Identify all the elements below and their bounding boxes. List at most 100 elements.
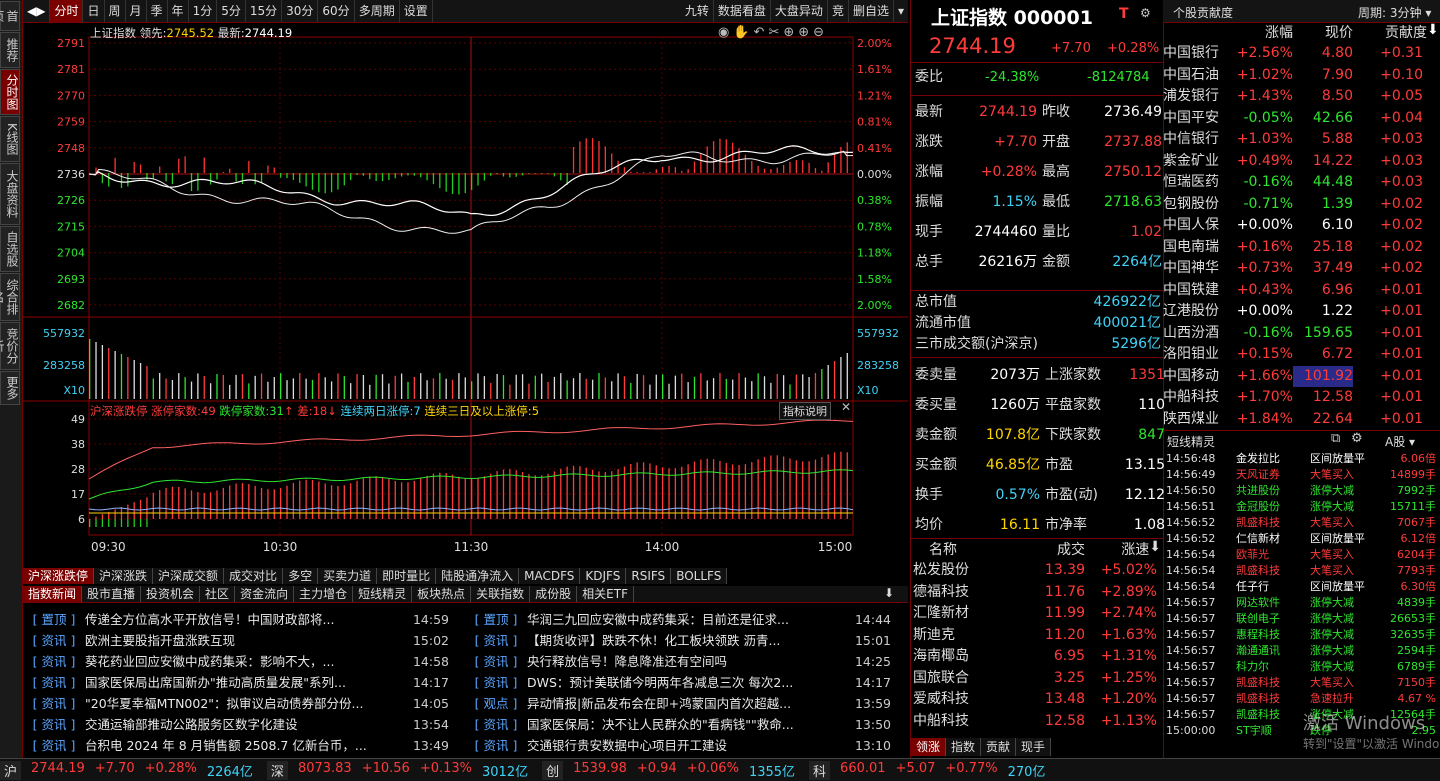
contrib-row[interactable]: 山西汾酒 -0.16% 159.65 +0.01 <box>1163 323 1440 345</box>
speed-tab-1[interactable]: 指数 <box>946 738 982 756</box>
contrib-row[interactable]: 洛阳钼业 +0.15% 6.72 +0.01 <box>1163 344 1440 366</box>
sprite-row[interactable]: 14:56:54 欧菲光 大笔买入 6204手 <box>1166 547 1438 563</box>
speed-row[interactable]: 爱威科技 13.48 +1.20% <box>913 689 1161 711</box>
dropdown-icon[interactable]: ▾ <box>894 0 908 22</box>
speed-head[interactable]: 涨速 <box>1085 539 1149 559</box>
sprite-row[interactable]: 14:56:57 联创电子 涨停大减 26653手 <box>1166 611 1438 627</box>
contrib-row[interactable]: 辽港股份 +0.00% 1.22 +0.01 <box>1163 301 1440 323</box>
contrib-row[interactable]: 中国银行 +2.56% 4.80 +0.31 <box>1163 43 1440 65</box>
status-group-0[interactable]: 沪 2744.19 +7.70 +0.28% 2264亿 <box>0 760 253 780</box>
period-tab-10[interactable]: 60分 <box>318 0 355 22</box>
news-title[interactable]: 葵花药业回应安徽中成药集采：影响不大，... <box>85 651 405 672</box>
news-item[interactable]: [ 置顶 ] 华润三九回应安徽中成药集采：目前还是征求... 14:44 <box>465 609 905 630</box>
news-item[interactable]: [ 资讯 ] DWS：预计美联储今明两年各减息三次 每次2... 14:17 <box>465 672 905 693</box>
sprite-row[interactable]: 14:56:54 任子行 区间放量平 6.30倍 <box>1166 579 1438 595</box>
contrib-row[interactable]: 恒瑞医药 -0.16% 44.48 +0.03 <box>1163 172 1440 194</box>
news-title[interactable]: DWS：预计美联储今明两年各减息三次 每次2... <box>527 672 847 693</box>
period-tab-7[interactable]: 5分 <box>217 0 246 22</box>
indicator-tab-8[interactable]: MACDFS <box>519 568 581 584</box>
news-tab-2[interactable]: 投资机会 <box>141 586 201 602</box>
period-tab-12[interactable]: 设置 <box>400 0 433 22</box>
contrib-row[interactable]: 中国铁建 +0.43% 6.96 +0.01 <box>1163 280 1440 302</box>
sprite-row[interactable]: 14:56:49 天风证券 大笔买入 14899手 <box>1166 467 1438 483</box>
contrib-head[interactable]: 贡献度 <box>1353 22 1427 42</box>
scissors-icon[interactable]: ✂ <box>768 25 783 40</box>
close-icon[interactable]: ✕ <box>841 400 851 414</box>
indicator-tab-7[interactable]: 陆股通净流入 <box>436 568 520 584</box>
news-tab-10[interactable]: 相关ETF <box>577 586 634 602</box>
indicator-tab-11[interactable]: BOLLFS <box>671 568 728 584</box>
news-title[interactable]: 华润三九回应安徽中成药集采：目前还是征求... <box>527 609 847 630</box>
speed-tab-2[interactable]: 贡献 <box>981 738 1017 756</box>
period-tab-1[interactable]: 日 <box>83 0 105 22</box>
news-title[interactable]: 欧洲主要股指开盘涨跌互现 <box>85 630 405 651</box>
nav-3[interactable]: K线图 <box>0 116 20 162</box>
expand-icon[interactable]: ⧉ <box>1331 431 1340 446</box>
speed-row[interactable]: 斯迪克 11.20 +1.63% <box>913 625 1161 647</box>
news-title[interactable]: 国家医保局出席国新办"推动高质量发展"系列... <box>85 672 405 693</box>
zoom-in-icon[interactable]: ⊕ <box>798 25 813 40</box>
sprite-row[interactable]: 14:56:52 仁信新材 区间放量平 6.12倍 <box>1166 531 1438 547</box>
news-tab-9[interactable]: 成份股 <box>530 586 578 602</box>
period-tab-5[interactable]: 年 <box>168 0 189 22</box>
contrib-head[interactable]: 涨幅 <box>1233 22 1293 42</box>
news-tab-4[interactable]: 资金流向 <box>235 586 295 602</box>
news-item[interactable]: [ 资讯 ] "20华夏幸福MTN002"：拟审议启动债券部分份... 14:05 <box>23 693 463 714</box>
period-tab-9[interactable]: 30分 <box>282 0 319 22</box>
news-tab-5[interactable]: 主力增仓 <box>294 586 354 602</box>
contrib-row[interactable]: 中船科技 +1.70% 12.58 +0.01 <box>1163 387 1440 409</box>
sprite-row[interactable]: 14:56:57 网达软件 涨停大减 4839手 <box>1166 595 1438 611</box>
sprite-row[interactable]: 14:56:57 惠程科技 涨停大减 32635手 <box>1166 627 1438 643</box>
nav-5[interactable]: 自选股 <box>0 226 20 272</box>
speed-row[interactable]: 汇隆新材 11.99 +2.74% <box>913 603 1161 625</box>
status-group-2[interactable]: 创 1539.98 +0.94 +0.06% 1355亿 <box>542 760 795 780</box>
period-tab-3[interactable]: 月 <box>126 0 147 22</box>
news-tab-0[interactable]: 指数新闻 <box>23 586 83 602</box>
speed-row[interactable]: 松发股份 13.39 +5.02% <box>913 560 1161 582</box>
news-item[interactable]: [ 资讯 ] 交通运输部推动公路服务区数字化建设 13:54 <box>23 714 463 735</box>
news-title[interactable]: 传递全方位高水平开放信号！中国财政部将... <box>85 609 405 630</box>
nav-7[interactable]: 竞价分析 <box>0 322 20 370</box>
contrib-row[interactable]: 中信银行 +1.03% 5.88 +0.03 <box>1163 129 1440 151</box>
sprite-row[interactable]: 14:56:57 科力尔 涨停大减 6789手 <box>1166 659 1438 675</box>
sprite-row[interactable]: 14:56:52 凯盛科技 大笔买入 7067手 <box>1166 515 1438 531</box>
news-title[interactable]: 交通银行贵安数据中心项目开工建设 <box>527 735 847 756</box>
toolbar-btn-2[interactable]: 大盘异动 <box>771 0 828 22</box>
nav-0[interactable]: 首页 <box>0 1 20 31</box>
news-title[interactable]: 国家医保局：决不让人民群众的"看病钱""救命... <box>527 714 847 735</box>
nav-6[interactable]: 综合排名 <box>0 273 20 321</box>
sprite-row[interactable]: 14:56:54 凯盛科技 大笔买入 7793手 <box>1166 563 1438 579</box>
period-select[interactable]: 周期: 3分钟 ▾ <box>1358 4 1431 21</box>
indicator-tab-4[interactable]: 多空 <box>283 568 319 584</box>
nav-1[interactable]: 推荐 <box>0 32 20 68</box>
undo-icon[interactable]: ↶ <box>754 25 769 40</box>
news-item[interactable]: [ 置顶 ] 传递全方位高水平开放信号！中国财政部将... 14:59 <box>23 609 463 630</box>
contrib-row[interactable]: 中国移动 +1.66% 101.92 +0.01 <box>1163 365 1440 387</box>
intraday-chart[interactable]: 2791 2.00% 2781 1.61% 2770 1.21% 2759 0.81% 2748… <box>23 23 908 568</box>
contrib-row[interactable]: 中国平安 -0.05% 42.66 +0.04 <box>1163 108 1440 130</box>
contrib-row[interactable]: 中国石油 +1.02% 7.90 +0.10 <box>1163 65 1440 87</box>
sprite-row[interactable]: 14:56:57 凯盛科技 急速拉升 4.67 % <box>1166 691 1438 707</box>
period-tab-8[interactable]: 15分 <box>246 0 283 22</box>
nav-2[interactable]: 分时图 <box>0 69 20 115</box>
news-title[interactable]: 异动情报|新品发布会在即+鸿蒙国内首次超越... <box>527 693 847 714</box>
period-tab-4[interactable]: 季 <box>147 0 168 22</box>
sprite-row[interactable]: 14:56:51 金冠股份 涨停大减 15711手 <box>1166 499 1438 515</box>
speed-head[interactable]: 名称 <box>915 539 1012 559</box>
news-item[interactable]: [ 资讯 ] 央行释放信号！降息降准还有空间吗 14:25 <box>465 651 905 672</box>
indicator-tab-10[interactable]: RSIFS <box>626 568 672 584</box>
news-item[interactable]: [ 资讯 ] 国家医保局：决不让人民群众的"看病钱""救命... 13:50 <box>465 714 905 735</box>
t-badge[interactable]: T <box>1119 6 1129 22</box>
nav-4[interactable]: 大盘资料 <box>0 163 20 225</box>
indicator-help-button[interactable]: 指标说明 <box>779 402 831 420</box>
news-tab-8[interactable]: 关联指数 <box>471 586 531 602</box>
sprite-row[interactable]: 14:56:50 共进股份 涨停大减 7992手 <box>1166 483 1438 499</box>
status-group-3[interactable]: 科 660.01 +5.07 +0.77% 270亿 <box>809 760 1045 780</box>
toolbar-btn-1[interactable]: 数据看盘 <box>714 0 771 22</box>
sprite-row[interactable]: 14:56:57 凯盛科技 大笔买入 7150手 <box>1166 675 1438 691</box>
indicator-tab-3[interactable]: 成交对比 <box>224 568 284 584</box>
news-item[interactable]: [ 观点 ] 异动情报|新品发布会在即+鸿蒙国内首次超越... 13:59 <box>465 693 905 714</box>
news-tab-3[interactable]: 社区 <box>200 586 236 602</box>
news-item[interactable]: [ 资讯 ] 国家医保局出席国新办"推动高质量发展"系列... 14:17 <box>23 672 463 693</box>
indicator-tab-0[interactable]: 沪深涨跌停 <box>23 568 95 584</box>
